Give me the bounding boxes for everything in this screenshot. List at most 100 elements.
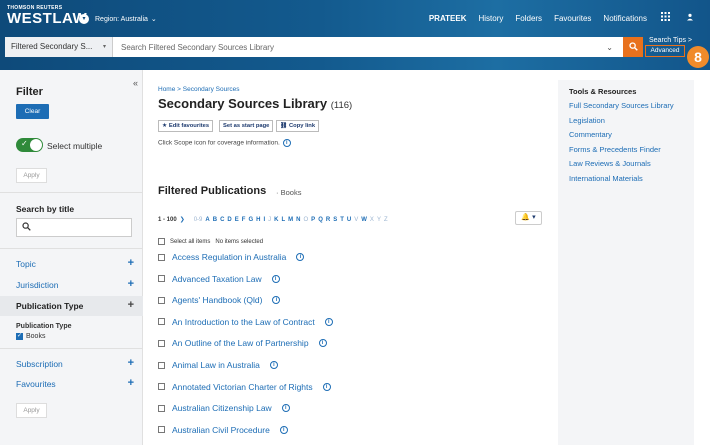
nav-favourites[interactable]: Favourites (548, 14, 597, 23)
filtered-publications-sub: · Books (276, 188, 302, 197)
edit-favourites-button[interactable]: ★ Edit favourites (158, 120, 214, 132)
alphabet-letter[interactable]: N (296, 217, 300, 223)
item-checkbox[interactable] (158, 318, 165, 326)
publication-type-books-checkbox[interactable]: ✓ Books (16, 333, 45, 340)
info-icon[interactable]: i (269, 361, 278, 369)
item-checkbox[interactable] (158, 426, 165, 434)
page-range: 1 - 100 (158, 216, 177, 223)
alphabet-letter[interactable]: A (205, 217, 209, 223)
facet-topic[interactable]: Topic + (0, 254, 143, 274)
select-all-label: Select all items (170, 238, 211, 245)
tool-link[interactable]: Commentary (569, 130, 612, 139)
title-search-input[interactable] (16, 218, 132, 237)
search-tips-link[interactable]: Search Tips > (649, 37, 692, 44)
alphabet-letter[interactable]: R (326, 217, 330, 223)
apply-button[interactable]: Apply (16, 403, 47, 418)
publication-link[interactable]: Agents' Handbook (Qld) (172, 295, 262, 305)
alphabet-letter[interactable]: E (235, 217, 239, 223)
facet-favourites[interactable]: Favourites + (0, 374, 143, 394)
item-checkbox[interactable] (158, 361, 165, 369)
alphabet-letter[interactable]: Q (318, 217, 323, 223)
breadcrumb[interactable]: Home > Secondary Sources (158, 86, 239, 93)
tool-link[interactable]: Law Reviews & Journals (569, 159, 651, 168)
alphabet-letter[interactable]: F (242, 217, 246, 223)
clear-button[interactable]: Clear (16, 104, 49, 119)
region-selector[interactable]: Region: Australia ⌄ (95, 15, 157, 23)
apps-grid-icon[interactable] (653, 12, 678, 24)
list-item: Agents' Handbook (Qld) i (158, 295, 281, 305)
publication-link[interactable]: An Introduction to the Law of Contract (172, 317, 315, 327)
publication-link[interactable]: Advanced Taxation Law (172, 274, 262, 284)
search-icon (22, 222, 31, 233)
item-checkbox[interactable] (158, 253, 165, 261)
alphabet-letter[interactable]: H (256, 217, 260, 223)
info-icon[interactable]: i (296, 253, 305, 261)
tool-link[interactable]: International Materials (569, 174, 643, 183)
alphabet-letter[interactable]: D (227, 217, 231, 223)
info-icon[interactable]: i (322, 382, 331, 391)
list-item: Animal Law in Australia i (158, 360, 278, 370)
select-multiple-label: Select multiple (47, 141, 103, 151)
tool-link[interactable]: Forms & Precedents Finder (569, 145, 661, 154)
copy-link-button[interactable]: ⛓ Copy link (276, 120, 320, 132)
westlaw-logo[interactable]: WESTLAW (7, 10, 87, 27)
facet-subscription[interactable]: Subscription + (0, 354, 143, 374)
alphabet-letter[interactable]: I (263, 217, 265, 223)
alphabet-letter[interactable]: P (311, 217, 315, 223)
item-checkbox[interactable] (158, 404, 165, 412)
apply-button[interactable]: Apply (16, 168, 47, 183)
search-scope-dropdown[interactable]: Filtered Secondary S... ▾ (5, 37, 113, 57)
alphabet-letter[interactable]: M (288, 217, 293, 223)
nav-user[interactable]: PRATEEK (423, 14, 473, 23)
info-icon[interactable]: i (318, 339, 327, 348)
alphabet-letter[interactable]: L (281, 217, 285, 223)
expand-plus-icon: + (127, 257, 134, 269)
next-page-icon[interactable]: ❯ (180, 216, 185, 223)
info-icon[interactable]: i (271, 274, 280, 283)
collapse-sidebar-icon[interactable]: « (133, 78, 138, 88)
info-icon[interactable]: i (279, 425, 288, 434)
info-icon[interactable]: i (272, 296, 281, 305)
alphabet-letter[interactable]: G (248, 217, 253, 223)
set-start-page-button[interactable]: Set as start page (219, 120, 274, 132)
info-icon[interactable]: i (324, 317, 333, 326)
search-options-chevron-icon[interactable]: ⌄ (606, 43, 623, 52)
divider (0, 348, 143, 349)
alert-bell-button[interactable]: 🔔 ▾ (515, 211, 542, 225)
nav-folders[interactable]: Folders (509, 14, 548, 23)
alphabet-letter[interactable]: B (213, 217, 217, 223)
facet-label: Favourites (16, 379, 56, 389)
publication-link[interactable]: Access Regulation in Australia (172, 252, 286, 262)
search-input[interactable]: Search Filtered Secondary Sources Librar… (113, 43, 606, 52)
select-multiple-toggle[interactable]: ✓ (16, 138, 43, 152)
alphabet-letter[interactable]: K (274, 217, 278, 223)
product-menu-chevron-icon[interactable]: ▾ (79, 14, 89, 24)
item-checkbox[interactable] (158, 296, 165, 304)
advanced-search-link[interactable]: Advanced (645, 45, 685, 57)
nav-history[interactable]: History (472, 14, 509, 23)
select-all-checkbox[interactable] (158, 238, 165, 245)
alphabet-letter: Y (376, 216, 381, 223)
facet-publication-type[interactable]: Publication Type + (0, 296, 143, 316)
facet-jurisdiction[interactable]: Jurisdiction + (0, 275, 143, 295)
item-checkbox[interactable] (158, 339, 165, 347)
publication-link[interactable]: Australian Civil Procedure (172, 425, 270, 435)
alphabet-letter[interactable]: U (347, 217, 351, 223)
alphabet-letter[interactable]: W (361, 217, 367, 223)
publication-link[interactable]: Annotated Victorian Charter of Rights (172, 382, 313, 392)
publication-link[interactable]: An Outline of the Law of Partnership (172, 338, 309, 348)
user-profile-icon[interactable] (678, 13, 702, 24)
tool-link[interactable]: Legislation (569, 116, 605, 125)
alphabet-letter[interactable]: C (220, 217, 224, 223)
nav-notifications[interactable]: Notifications (597, 14, 653, 23)
publication-link[interactable]: Animal Law in Australia (172, 360, 260, 370)
alphabet-letter[interactable]: T (340, 217, 344, 223)
publication-link[interactable]: Australian Citizenship Law (172, 403, 272, 413)
info-icon[interactable]: i (282, 139, 291, 147)
item-checkbox[interactable] (158, 275, 165, 283)
alphabet-letter[interactable]: S (333, 217, 337, 223)
search-button[interactable] (623, 37, 643, 57)
info-icon[interactable]: i (281, 404, 290, 413)
tool-link[interactable]: Full Secondary Sources Library (569, 101, 674, 110)
item-checkbox[interactable] (158, 383, 165, 391)
